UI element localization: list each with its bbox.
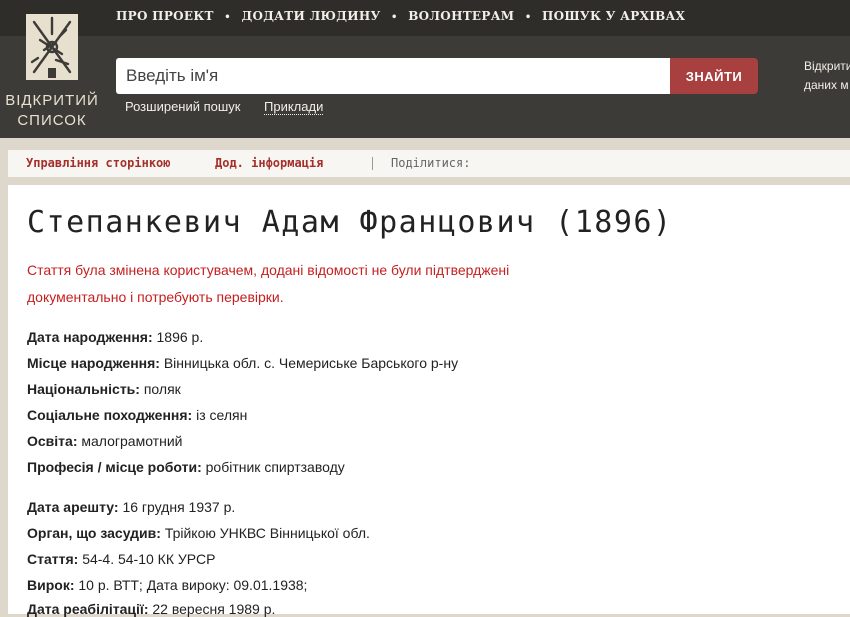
site-header: ПРО ПРОЕКТ • ДОДАТИ ЛЮДИНУ • ВОЛОНТЕРАМ … (0, 0, 850, 138)
field-value: Трійкою УНКВС Вінницької обл. (164, 525, 370, 541)
field-label: Вирок: (27, 577, 75, 593)
field-birth-date: Дата народження: 1896 р. (27, 329, 203, 345)
field-profession: Професія / місце роботи: робітник спиртз… (27, 459, 345, 475)
share-label: Поділитися: (391, 156, 471, 170)
nav-separator: • (224, 12, 231, 23)
top-nav-links: ПРО ПРОЕКТ • ДОДАТИ ЛЮДИНУ • ВОЛОНТЕРАМ … (116, 9, 685, 23)
page-toolbar: Управління сторінкою Дод. інформація Под… (8, 150, 850, 177)
field-value: малограмотний (81, 433, 183, 449)
logo-emblem (26, 14, 78, 80)
field-arrest-date: Дата арешту: 16 грудня 1937 р. (27, 499, 235, 515)
field-value: із селян (196, 407, 248, 423)
nav-add-person[interactable]: ДОДАТИ ЛЮДИНУ (241, 9, 380, 23)
field-social-origin: Соціальне походження: із селян (27, 407, 247, 423)
field-sentencing-body: Орган, що засудив: Трійкою УНКВС Вінниць… (27, 525, 370, 541)
right-panel-line1: Відкрити (804, 59, 850, 73)
logo-text-line1: ВІДКРИТИЙ (5, 92, 99, 109)
search-button[interactable]: ЗНАЙТИ (670, 58, 758, 94)
additional-info-link[interactable]: Дод. інформація (215, 156, 323, 170)
field-nationality: Національність: поляк (27, 381, 181, 397)
warning-text-line2: документально і потребують перевірки. (27, 289, 284, 305)
field-education: Освіта: малограмотний (27, 433, 182, 449)
nav-separator: • (524, 12, 532, 23)
field-value: 22 вересня 1989 р. (152, 601, 276, 617)
field-label: Дата реабілітації: (27, 601, 149, 617)
manage-page-link[interactable]: Управління сторінкою (26, 156, 171, 170)
right-panel-line2: даних м (804, 78, 849, 92)
nav-archive-search[interactable]: ПОШУК У АРХІВАХ (542, 9, 685, 23)
field-label: Соціальне походження: (27, 407, 193, 423)
field-label: Професія / місце роботи: (27, 459, 202, 475)
field-sentence: Вирок: 10 р. ВТТ; Дата вироку: 09.01.193… (27, 577, 307, 593)
right-panel-text: Відкрити даних м (804, 57, 850, 95)
field-label: Стаття: (27, 551, 79, 567)
field-value: 1896 р. (156, 329, 204, 345)
logo-text-line2: СПИСОК (17, 112, 87, 129)
field-label: Дата народження: (27, 329, 153, 345)
toolbar-divider (372, 157, 373, 170)
field-value: робітник спиртзаводу (205, 459, 345, 475)
nav-about-project[interactable]: ПРО ПРОЕКТ (116, 9, 214, 23)
examples-link[interactable]: Приклади (264, 99, 324, 115)
field-rehabilitation-date: Дата реабілітації: 22 вересня 1989 р. (27, 601, 275, 617)
advanced-search-link[interactable]: Розширений пошук (125, 99, 241, 114)
page-title: Степанкевич Адам Францович (1896) (27, 205, 673, 240)
field-label: Місце народження: (27, 355, 160, 371)
field-value: 10 р. ВТТ; Дата вироку: 09.01.1938; (78, 577, 308, 593)
field-value: 54-4. 54-10 КК УРСР (82, 551, 216, 567)
name-search-input[interactable] (116, 58, 670, 94)
person-card: Степанкевич Адам Францович (1896) Стаття… (8, 185, 850, 617)
field-label: Національність: (27, 381, 140, 397)
warning-text-line1: Стаття була змінена користувачем, додані… (27, 262, 510, 278)
barbed-wire-icon (26, 14, 78, 80)
field-label: Освіта: (27, 433, 78, 449)
nav-separator: • (391, 12, 398, 23)
top-navigation: ПРО ПРОЕКТ • ДОДАТИ ЛЮДИНУ • ВОЛОНТЕРАМ … (0, 0, 850, 36)
field-label: Орган, що засудив: (27, 525, 161, 541)
nav-volunteers[interactable]: ВОЛОНТЕРАМ (408, 9, 514, 23)
field-value: Вінницька обл. с. Чемериське Барського р… (163, 355, 459, 371)
field-value: поляк (143, 381, 181, 397)
field-article: Стаття: 54-4. 54-10 КК УРСР (27, 551, 215, 567)
site-logo[interactable]: ВІДКРИТИЙ СПИСОК (0, 0, 104, 138)
field-birth-place: Місце народження: Вінницька обл. с. Чеме… (27, 355, 458, 371)
field-value: 16 грудня 1937 р. (122, 499, 236, 515)
field-label: Дата арешту: (27, 499, 119, 515)
